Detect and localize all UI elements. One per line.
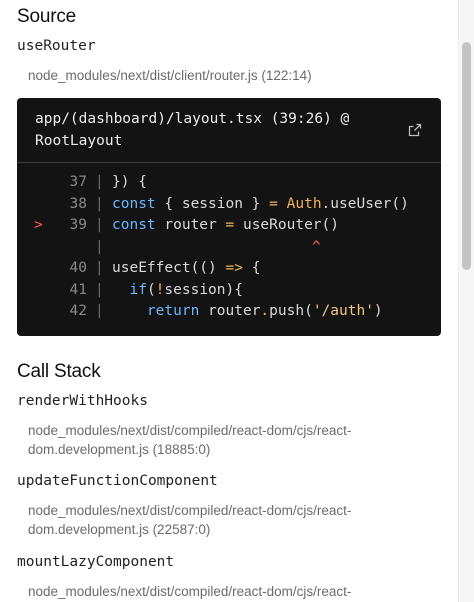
code-text: const { session } = Auth.useUser()	[112, 194, 409, 216]
code-text: return router.push('/auth')	[112, 301, 383, 323]
call-stack-frame-location[interactable]: node_modules/next/dist/compiled/react-do…	[28, 582, 368, 601]
code-token: push(	[269, 303, 313, 319]
gutter-separator: |	[95, 238, 104, 255]
code-token: return	[146, 303, 200, 319]
code-token: session){	[164, 281, 243, 298]
gutter-separator: |	[95, 281, 104, 298]
code-line: 38 | const { session } = Auth.useUser()	[17, 194, 441, 216]
code-line: 40 | useEffect(() => {	[17, 258, 441, 280]
code-token: const	[112, 195, 156, 212]
line-number: 42	[69, 303, 87, 319]
code-line: 42 | return router.push('/auth')	[17, 301, 441, 323]
line-number: 37	[69, 174, 87, 190]
code-token: '/auth'	[312, 303, 374, 319]
line-number: 41	[69, 281, 87, 298]
code-frame-file-path: app/(dashboard)/layout.tsx (39:26) @	[35, 111, 350, 127]
scrollbar-thumb[interactable]	[462, 42, 471, 270]
code-token: =	[225, 217, 235, 233]
code-token: const	[112, 217, 156, 233]
code-token: useRouter()	[234, 217, 339, 233]
code-token: if	[129, 281, 147, 298]
code-text: ^	[112, 237, 321, 259]
code-token: .	[260, 303, 270, 319]
code-token: =>	[225, 260, 243, 276]
gutter-separator: |	[95, 303, 104, 319]
code-token: =	[269, 195, 278, 212]
code-token: useEffect(()	[112, 260, 226, 276]
gutter-separator: |	[95, 217, 104, 233]
code-frame-file[interactable]: app/(dashboard)/layout.tsx (39:26) @ Roo…	[35, 109, 375, 152]
code-frame-header: app/(dashboard)/layout.tsx (39:26) @ Roo…	[17, 98, 441, 163]
source-file-location[interactable]: node_modules/next/dist/client/router.js …	[28, 66, 368, 85]
external-link-icon[interactable]	[407, 122, 423, 138]
call-stack-frame-location-line: node_modules/next/dist/compiled/react-do…	[28, 423, 352, 438]
code-text: const router = useRouter()	[112, 215, 339, 237]
call-stack-frame-function: updateFunctionComponent	[17, 473, 218, 489]
code-text: useEffect(() => {	[112, 258, 260, 280]
code-line: | ^	[17, 237, 441, 259]
code-line: 41 | if(!session){	[17, 280, 441, 302]
code-token: (	[146, 281, 156, 298]
code-frame-symbol: RootLayout	[35, 132, 123, 149]
code-line-highlighted: >39 | const router = useRouter()	[17, 215, 441, 237]
call-stack-title: Call Stack	[17, 361, 101, 382]
error-overlay-content: Source useRouter node_modules/next/dist/…	[0, 0, 458, 602]
call-stack-frame-location-line: dom.development.js (22587:0)	[28, 522, 211, 537]
code-token: )	[373, 303, 383, 319]
scrollbar[interactable]	[458, 0, 474, 602]
code-token: {	[242, 260, 261, 276]
line-number: 40	[69, 260, 87, 276]
code-token: { session }	[155, 195, 270, 212]
code-text: }) {	[112, 172, 147, 194]
code-line: 37 | }) {	[17, 172, 441, 194]
code-lines: 37 | }) { 38 | const { session } = Auth.useUs…	[17, 172, 441, 323]
line-number: 39	[69, 217, 87, 233]
source-function-name: useRouter	[17, 38, 96, 54]
call-stack-frame-location[interactable]: node_modules/next/dist/compiled/react-do…	[28, 421, 368, 459]
error-caret: ^	[312, 238, 321, 255]
gutter-separator: |	[95, 174, 104, 190]
code-token: Auth	[286, 195, 322, 212]
line-number: 38	[69, 195, 87, 212]
code-token: .useUser()	[321, 195, 409, 212]
code-text: if(!session){	[112, 280, 243, 302]
gutter-separator: |	[95, 195, 104, 212]
gutter-separator: |	[95, 260, 104, 276]
call-stack-frame-function: mountLazyComponent	[17, 554, 175, 570]
code-token: }) {	[112, 174, 147, 190]
code-token: router	[199, 303, 261, 319]
code-frame: app/(dashboard)/layout.tsx (39:26) @ Roo…	[17, 98, 441, 336]
call-stack-frame-location-line: node_modules/next/dist/compiled/react-do…	[28, 503, 352, 518]
call-stack-frame-location-line: dom.development.js (18885:0)	[28, 442, 211, 457]
call-stack-frame-location[interactable]: node_modules/next/dist/compiled/react-do…	[28, 501, 368, 539]
source-section-title: Source	[17, 6, 77, 27]
call-stack-frame-function: renderWithHooks	[17, 393, 148, 409]
error-line-marker: >	[34, 217, 43, 233]
call-stack-frame-location-line: node_modules/next/dist/compiled/react-do…	[28, 584, 352, 599]
code-token: router	[155, 217, 226, 233]
